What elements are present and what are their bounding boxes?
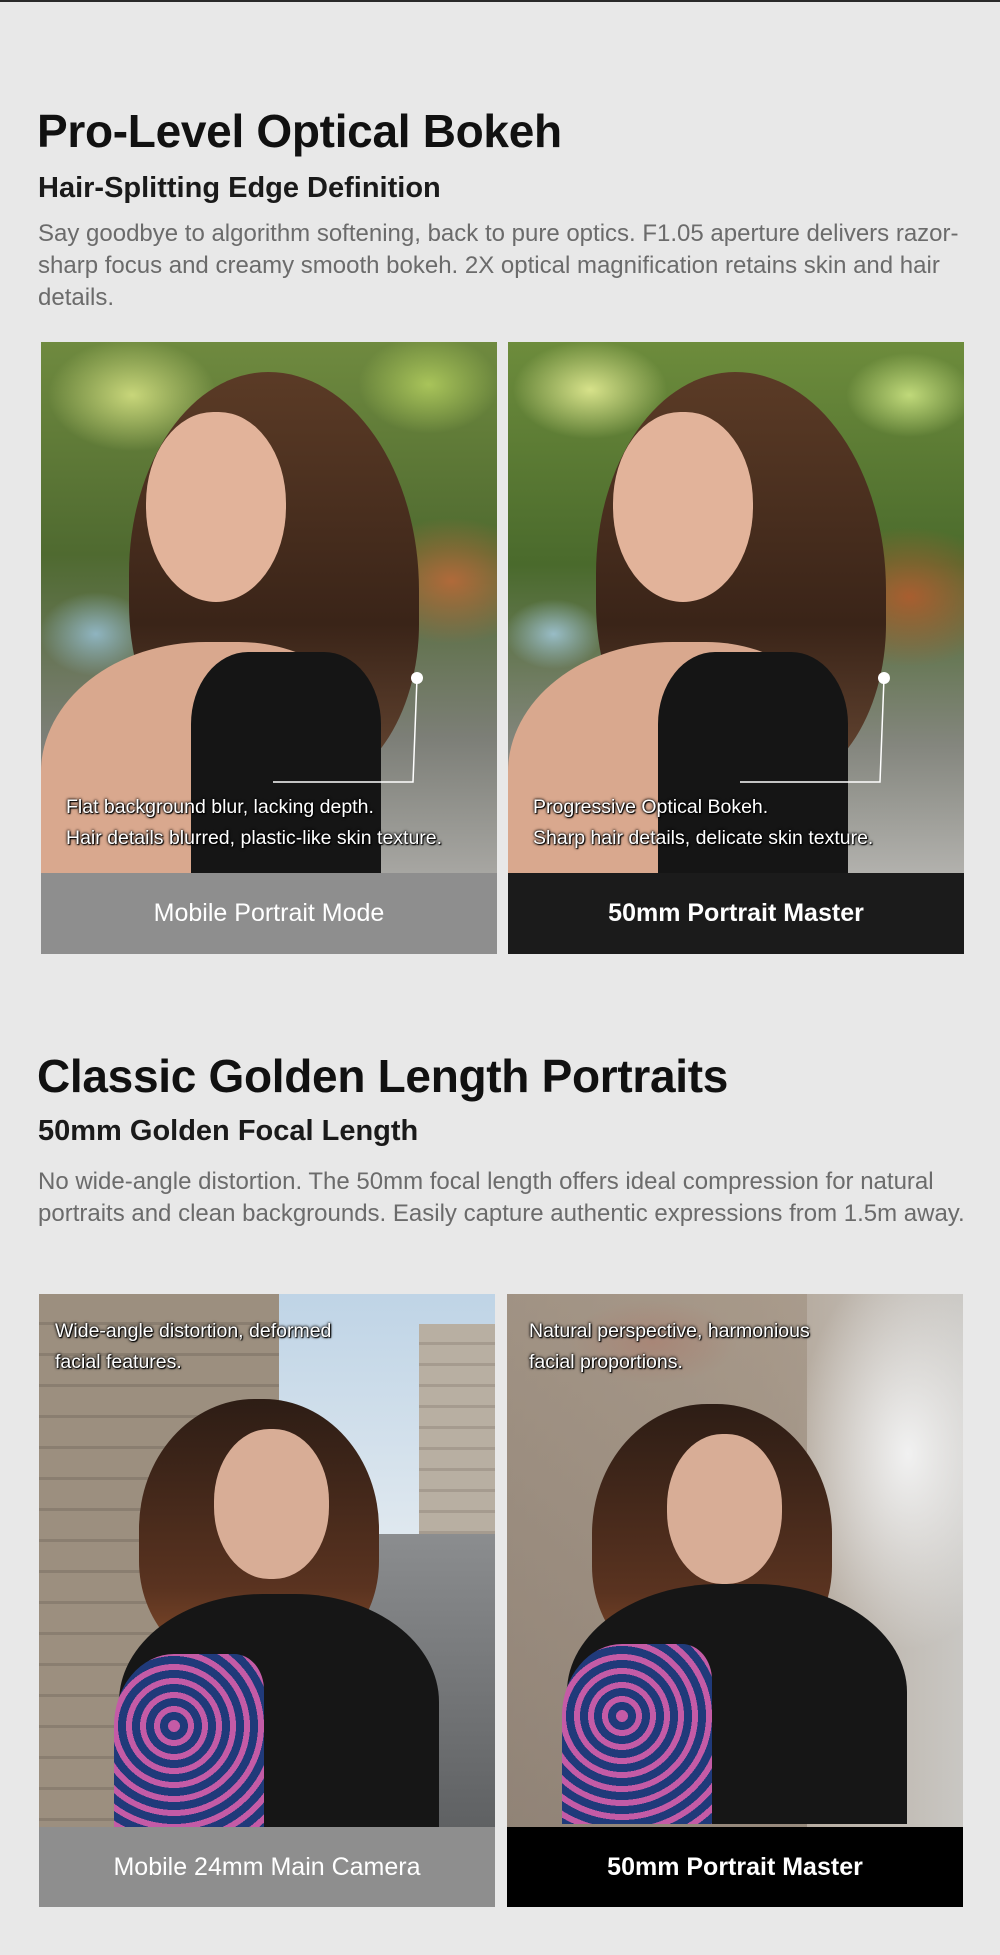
section-title: Classic Golden Length Portraits bbox=[37, 1050, 729, 1102]
face-shape bbox=[214, 1429, 329, 1579]
section-description: Say goodbye to algorithm softening, back… bbox=[38, 220, 959, 311]
scarf-shape bbox=[562, 1644, 712, 1824]
card-label: Mobile 24mm Main Camera bbox=[39, 1827, 495, 1907]
card-label: 50mm Portrait Master bbox=[507, 1827, 963, 1907]
top-divider bbox=[0, 0, 1000, 2]
street-portrait-photo: Wide-angle distortion, deformed facial f… bbox=[39, 1294, 495, 1827]
pointer-dot bbox=[878, 672, 890, 684]
photo-caption: Natural perspective, harmonious facial p… bbox=[529, 1316, 810, 1378]
caption-line: Progressive Optical Bokeh. bbox=[533, 796, 769, 818]
section-subtitle: 50mm Golden Focal Length bbox=[38, 1115, 419, 1147]
section-description: No wide-angle distortion. The 50mm focal… bbox=[38, 1168, 965, 1227]
caption-line: facial proportions. bbox=[529, 1351, 683, 1373]
caption-line: Wide-angle distortion, deformed bbox=[55, 1320, 332, 1342]
face-shape bbox=[667, 1434, 782, 1584]
card-label: Mobile Portrait Mode bbox=[41, 873, 497, 954]
comparison-card-50mm-portrait: Progressive Optical Bokeh. Sharp hair de… bbox=[508, 342, 964, 954]
pointer-dot bbox=[411, 672, 423, 684]
pointer-line bbox=[740, 677, 885, 783]
portrait-photo: Flat background blur, lacking depth. Hai… bbox=[41, 342, 497, 873]
section-subtitle: Hair-Splitting Edge Definition bbox=[38, 172, 441, 204]
caption-line: Sharp hair details, delicate skin textur… bbox=[533, 827, 874, 849]
card-label: 50mm Portrait Master bbox=[508, 873, 964, 954]
caption-line: Natural perspective, harmonious bbox=[529, 1320, 810, 1342]
caption-line: Flat background blur, lacking depth. bbox=[66, 796, 374, 818]
caption-line: Hair details blurred, plastic-like skin … bbox=[66, 827, 443, 849]
street-portrait-photo: Natural perspective, harmonious facial p… bbox=[507, 1294, 963, 1827]
comparison-card-50mm-street: Natural perspective, harmonious facial p… bbox=[507, 1294, 963, 1907]
photo-caption: Flat background blur, lacking depth. Hai… bbox=[66, 792, 442, 854]
comparison-card-mobile-portrait: Flat background blur, lacking depth. Hai… bbox=[41, 342, 497, 954]
portrait-photo: Progressive Optical Bokeh. Sharp hair de… bbox=[508, 342, 964, 873]
comparison-card-mobile-24mm: Wide-angle distortion, deformed facial f… bbox=[39, 1294, 495, 1907]
building-shape bbox=[419, 1324, 495, 1554]
photo-caption: Progressive Optical Bokeh. Sharp hair de… bbox=[533, 792, 873, 854]
scarf-shape bbox=[114, 1654, 264, 1827]
caption-line: facial features. bbox=[55, 1351, 182, 1373]
pointer-line bbox=[273, 677, 418, 783]
section-title: Pro-Level Optical Bokeh bbox=[37, 105, 562, 157]
photo-caption: Wide-angle distortion, deformed facial f… bbox=[55, 1316, 331, 1378]
